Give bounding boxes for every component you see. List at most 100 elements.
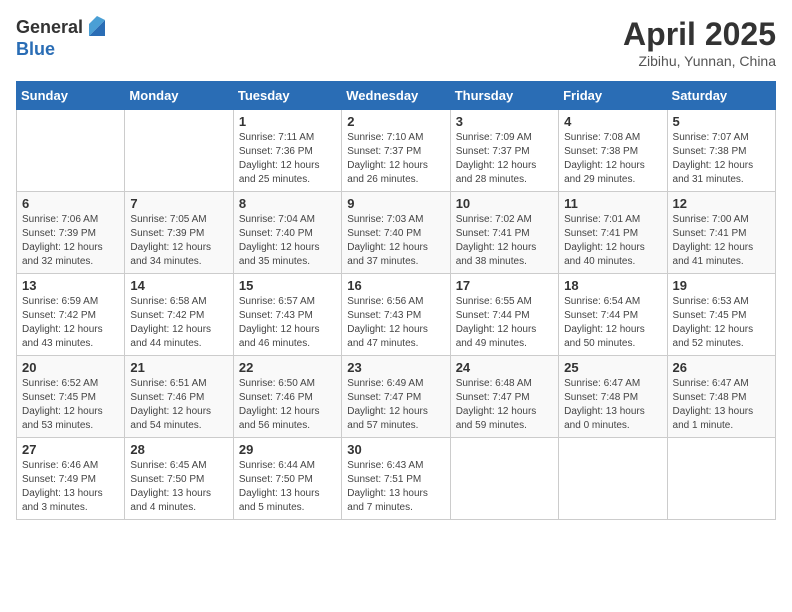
logo-general: General: [16, 18, 83, 38]
day-info: Sunrise: 6:45 AMSunset: 7:50 PMDaylight:…: [130, 459, 227, 515]
calendar-cell: [450, 438, 558, 520]
month-title: April 2025: [623, 16, 776, 53]
day-number: 4: [564, 114, 661, 129]
calendar-cell: 25 Sunrise: 6:47 AMSunset: 7:48 PMDayligh…: [559, 356, 667, 438]
day-info: Sunrise: 7:07 AMSunset: 7:38 PMDaylight:…: [673, 131, 770, 187]
calendar-cell: 18 Sunrise: 6:54 AMSunset: 7:44 PMDayligh…: [559, 274, 667, 356]
day-number: 1: [239, 114, 336, 129]
calendar-cell: 6 Sunrise: 7:06 AMSunset: 7:39 PMDaylight…: [17, 192, 125, 274]
day-info: Sunrise: 7:06 AMSunset: 7:39 PMDaylight:…: [22, 213, 119, 269]
day-info: Sunrise: 6:53 AMSunset: 7:45 PMDaylight:…: [673, 295, 770, 351]
calendar-cell: 2 Sunrise: 7:10 AMSunset: 7:37 PMDaylight…: [342, 110, 450, 192]
day-info: Sunrise: 6:52 AMSunset: 7:45 PMDaylight:…: [22, 377, 119, 433]
calendar-cell: 27 Sunrise: 6:46 AMSunset: 7:49 PMDayligh…: [17, 438, 125, 520]
day-number: 19: [673, 278, 770, 293]
calendar-cell: 22 Sunrise: 6:50 AMSunset: 7:46 PMDayligh…: [233, 356, 341, 438]
day-number: 8: [239, 196, 336, 211]
calendar-week-row: 20 Sunrise: 6:52 AMSunset: 7:45 PMDayligh…: [17, 356, 776, 438]
day-info: Sunrise: 6:51 AMSunset: 7:46 PMDaylight:…: [130, 377, 227, 433]
day-number: 22: [239, 360, 336, 375]
calendar-header-friday: Friday: [559, 82, 667, 110]
calendar-cell: 15 Sunrise: 6:57 AMSunset: 7:43 PMDayligh…: [233, 274, 341, 356]
day-info: Sunrise: 6:58 AMSunset: 7:42 PMDaylight:…: [130, 295, 227, 351]
calendar-cell: 3 Sunrise: 7:09 AMSunset: 7:37 PMDaylight…: [450, 110, 558, 192]
day-number: 15: [239, 278, 336, 293]
day-info: Sunrise: 6:48 AMSunset: 7:47 PMDaylight:…: [456, 377, 553, 433]
day-info: Sunrise: 6:44 AMSunset: 7:50 PMDaylight:…: [239, 459, 336, 515]
calendar-cell: 13 Sunrise: 6:59 AMSunset: 7:42 PMDayligh…: [17, 274, 125, 356]
day-info: Sunrise: 7:08 AMSunset: 7:38 PMDaylight:…: [564, 131, 661, 187]
calendar-cell: 30 Sunrise: 6:43 AMSunset: 7:51 PMDayligh…: [342, 438, 450, 520]
logo-blue: Blue: [16, 40, 109, 60]
day-info: Sunrise: 7:02 AMSunset: 7:41 PMDaylight:…: [456, 213, 553, 269]
day-info: Sunrise: 7:04 AMSunset: 7:40 PMDaylight:…: [239, 213, 336, 269]
calendar-cell: 29 Sunrise: 6:44 AMSunset: 7:50 PMDayligh…: [233, 438, 341, 520]
day-number: 20: [22, 360, 119, 375]
location: Zibihu, Yunnan, China: [623, 53, 776, 69]
calendar-cell: 24 Sunrise: 6:48 AMSunset: 7:47 PMDayligh…: [450, 356, 558, 438]
calendar-cell: 11 Sunrise: 7:01 AMSunset: 7:41 PMDayligh…: [559, 192, 667, 274]
day-info: Sunrise: 7:03 AMSunset: 7:40 PMDaylight:…: [347, 213, 444, 269]
day-number: 27: [22, 442, 119, 457]
day-info: Sunrise: 7:05 AMSunset: 7:39 PMDaylight:…: [130, 213, 227, 269]
calendar-cell: 4 Sunrise: 7:08 AMSunset: 7:38 PMDaylight…: [559, 110, 667, 192]
calendar-table: SundayMondayTuesdayWednesdayThursdayFrid…: [16, 81, 776, 520]
calendar-header-sunday: Sunday: [17, 82, 125, 110]
day-info: Sunrise: 6:54 AMSunset: 7:44 PMDaylight:…: [564, 295, 661, 351]
day-info: Sunrise: 6:46 AMSunset: 7:49 PMDaylight:…: [22, 459, 119, 515]
day-number: 6: [22, 196, 119, 211]
calendar-cell: 16 Sunrise: 6:56 AMSunset: 7:43 PMDayligh…: [342, 274, 450, 356]
calendar-cell: 21 Sunrise: 6:51 AMSunset: 7:46 PMDayligh…: [125, 356, 233, 438]
calendar-week-row: 1Sunrise: 7:11 AMSunset: 7:36 PMDaylight…: [17, 110, 776, 192]
logo: General Blue: [16, 16, 109, 60]
day-number: 14: [130, 278, 227, 293]
day-number: 26: [673, 360, 770, 375]
day-number: 12: [673, 196, 770, 211]
day-number: 7: [130, 196, 227, 211]
day-number: 25: [564, 360, 661, 375]
day-info: Sunrise: 6:57 AMSunset: 7:43 PMDaylight:…: [239, 295, 336, 351]
calendar-header-tuesday: Tuesday: [233, 82, 341, 110]
calendar-cell: 17Sunrise: 6:55 AMSunset: 7:44 PMDayligh…: [450, 274, 558, 356]
day-number: 13: [22, 278, 119, 293]
day-info: Sunrise: 7:10 AMSunset: 7:37 PMDaylight:…: [347, 131, 444, 187]
day-number: 16: [347, 278, 444, 293]
day-info: Sunrise: 7:01 AMSunset: 7:41 PMDaylight:…: [564, 213, 661, 269]
day-number: 21: [130, 360, 227, 375]
day-number: 11: [564, 196, 661, 211]
day-info: Sunrise: 6:50 AMSunset: 7:46 PMDaylight:…: [239, 377, 336, 433]
calendar-cell: 9 Sunrise: 7:03 AMSunset: 7:40 PMDaylight…: [342, 192, 450, 274]
calendar-cell: 26 Sunrise: 6:47 AMSunset: 7:48 PMDayligh…: [667, 356, 775, 438]
day-number: 9: [347, 196, 444, 211]
calendar-cell: 19 Sunrise: 6:53 AMSunset: 7:45 PMDayligh…: [667, 274, 775, 356]
day-number: 10: [456, 196, 553, 211]
calendar-header-monday: Monday: [125, 82, 233, 110]
day-info: Sunrise: 6:59 AMSunset: 7:42 PMDaylight:…: [22, 295, 119, 351]
day-number: 18: [564, 278, 661, 293]
calendar-cell: [559, 438, 667, 520]
calendar-week-row: 13 Sunrise: 6:59 AMSunset: 7:42 PMDayligh…: [17, 274, 776, 356]
day-info: Sunrise: 6:47 AMSunset: 7:48 PMDaylight:…: [564, 377, 661, 433]
day-number: 3: [456, 114, 553, 129]
calendar-cell: [17, 110, 125, 192]
day-info: Sunrise: 6:43 AMSunset: 7:51 PMDaylight:…: [347, 459, 444, 515]
day-number: 2: [347, 114, 444, 129]
day-info: Sunrise: 6:55 AMSunset: 7:44 PMDaylight:…: [456, 295, 553, 351]
day-number: 30: [347, 442, 444, 457]
day-info: Sunrise: 7:00 AMSunset: 7:41 PMDaylight:…: [673, 213, 770, 269]
calendar-header-saturday: Saturday: [667, 82, 775, 110]
day-info: Sunrise: 7:09 AMSunset: 7:37 PMDaylight:…: [456, 131, 553, 187]
day-number: 23: [347, 360, 444, 375]
calendar-cell: 10 Sunrise: 7:02 AMSunset: 7:41 PMDayligh…: [450, 192, 558, 274]
day-number: 29: [239, 442, 336, 457]
day-number: 28: [130, 442, 227, 457]
calendar-cell: 20 Sunrise: 6:52 AMSunset: 7:45 PMDayligh…: [17, 356, 125, 438]
day-info: Sunrise: 6:56 AMSunset: 7:43 PMDaylight:…: [347, 295, 444, 351]
calendar-header-thursday: Thursday: [450, 82, 558, 110]
calendar-cell: 5Sunrise: 7:07 AMSunset: 7:38 PMDaylight…: [667, 110, 775, 192]
calendar-header-wednesday: Wednesday: [342, 82, 450, 110]
logo-icon: [85, 12, 109, 40]
day-info: Sunrise: 6:47 AMSunset: 7:48 PMDaylight:…: [673, 377, 770, 433]
day-number: 24: [456, 360, 553, 375]
calendar-cell: 23Sunrise: 6:49 AMSunset: 7:47 PMDayligh…: [342, 356, 450, 438]
